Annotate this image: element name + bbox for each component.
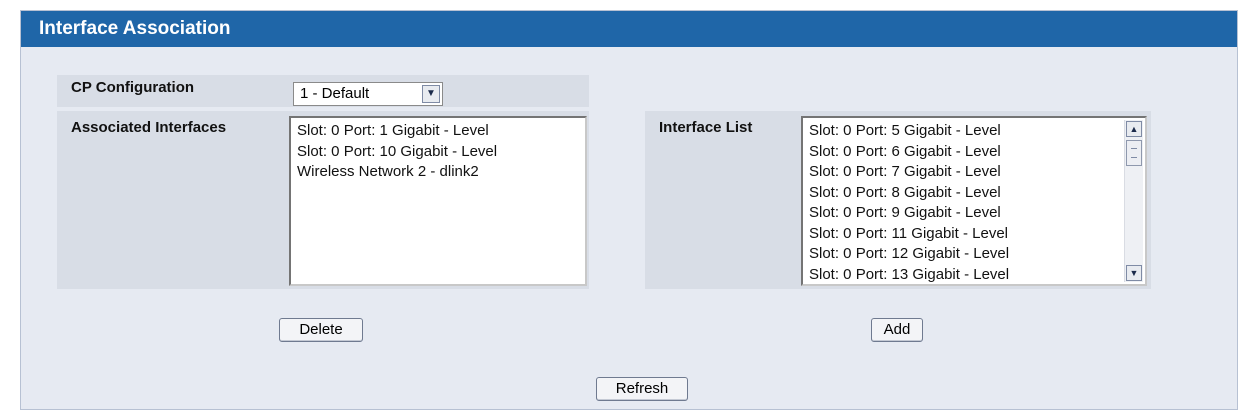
interface-list-label: Interface List bbox=[659, 119, 753, 136]
list-item[interactable]: Slot: 0 Port: 12 Gigabit - Level bbox=[803, 244, 1145, 265]
chevron-down-icon[interactable]: ▼ bbox=[422, 85, 440, 103]
associated-interfaces-label: Associated Interfaces bbox=[71, 119, 227, 136]
panel-title: Interface Association bbox=[21, 11, 1237, 47]
list-item[interactable]: Slot: 0 Port: 6 Gigabit - Level bbox=[803, 142, 1145, 163]
list-item[interactable]: Wireless Network 2 - dlink2 bbox=[291, 162, 585, 183]
list-item[interactable]: Slot: 0 Port: 13 Gigabit - Level bbox=[803, 265, 1145, 285]
scroll-thumb[interactable] bbox=[1126, 140, 1142, 166]
list-item[interactable]: Slot: 0 Port: 8 Gigabit - Level bbox=[803, 183, 1145, 204]
refresh-button[interactable]: Refresh bbox=[596, 377, 688, 401]
cp-configuration-select[interactable]: 1 - Default ▼ bbox=[293, 82, 443, 106]
chevron-down-icon[interactable]: ▼ bbox=[1126, 265, 1142, 281]
list-item[interactable]: Slot: 0 Port: 9 Gigabit - Level bbox=[803, 203, 1145, 224]
list-item[interactable]: Slot: 0 Port: 11 Gigabit - Level bbox=[803, 224, 1145, 245]
list-item[interactable]: Slot: 0 Port: 7 Gigabit - Level bbox=[803, 162, 1145, 183]
list-item[interactable]: Slot: 0 Port: 1 Gigabit - Level bbox=[291, 121, 585, 142]
interface-list-listbox[interactable]: Slot: 0 Port: 5 Gigabit - Level Slot: 0 P… bbox=[801, 116, 1147, 286]
add-button[interactable]: Add bbox=[871, 318, 923, 342]
list-item[interactable]: Slot: 0 Port: 5 Gigabit - Level bbox=[803, 121, 1145, 142]
list-item[interactable]: Slot: 0 Port: 10 Gigabit - Level bbox=[291, 142, 585, 163]
cp-configuration-label: CP Configuration bbox=[71, 79, 195, 96]
delete-button[interactable]: Delete bbox=[279, 318, 363, 342]
chevron-up-icon[interactable]: ▲ bbox=[1126, 121, 1142, 137]
cp-configuration-value: 1 - Default bbox=[300, 85, 370, 102]
associated-interfaces-listbox[interactable]: Slot: 0 Port: 1 Gigabit - Level Slot: 0 P… bbox=[289, 116, 587, 286]
interface-list-scrollbar[interactable]: ▲ ▼ bbox=[1124, 120, 1143, 282]
interface-association-panel: Interface Association CP Configuration 1… bbox=[20, 10, 1238, 410]
